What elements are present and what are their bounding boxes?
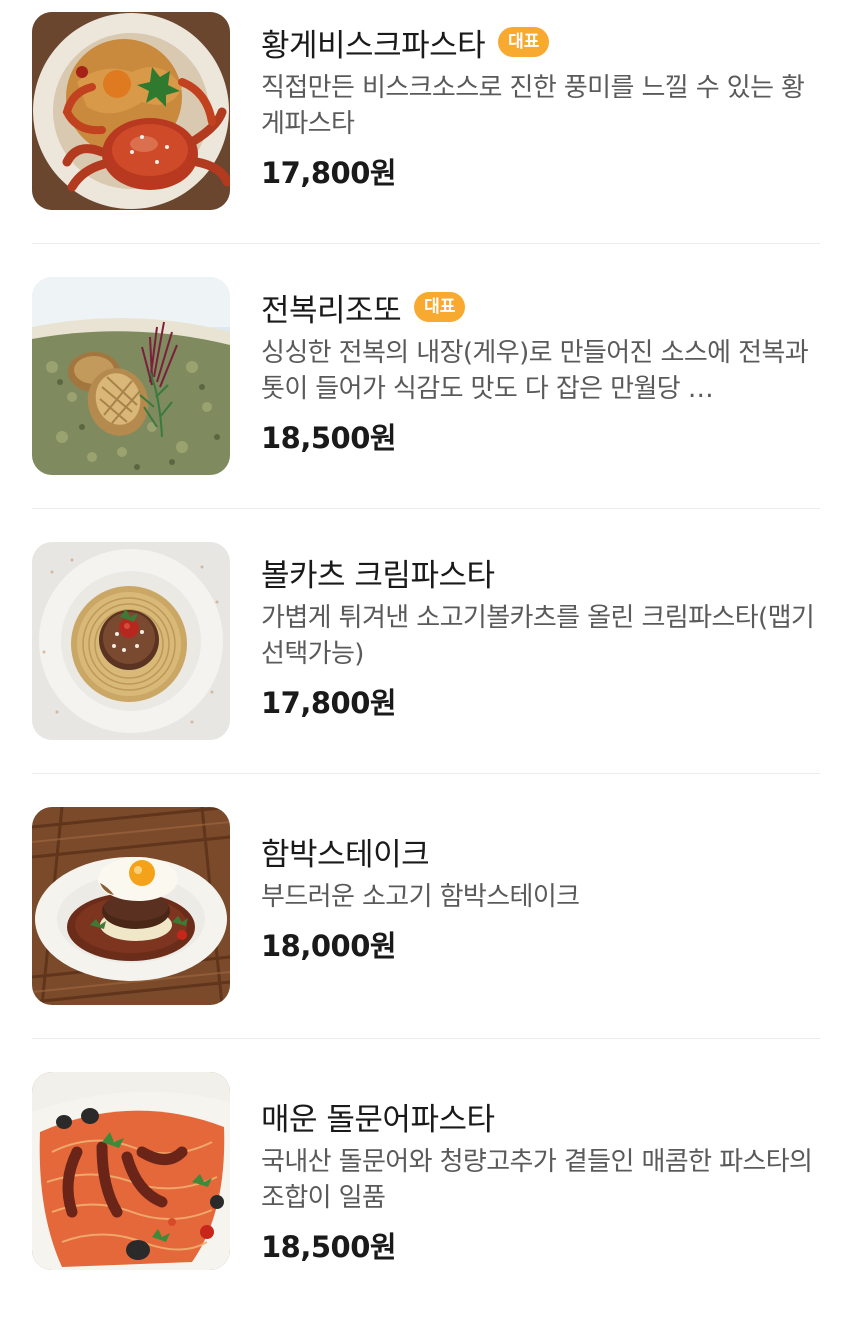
menu-item-name: 함박스테이크	[261, 836, 430, 873]
menu-item-info: 함박스테이크 부드러운 소고기 함박스테이크 18,000원	[261, 829, 820, 965]
divider	[32, 773, 820, 774]
menu-item-description: 부드러운 소고기 함박스테이크	[261, 882, 580, 912]
divider	[32, 243, 820, 244]
menu-item[interactable]: 볼카츠 크림파스타 가볍게 튀겨낸 소고기볼카츠를 올린 크림파스타(맵기선택가…	[32, 530, 820, 795]
name-row: 함박스테이크	[261, 829, 820, 873]
menu-item-price: 18,500원	[261, 1230, 397, 1264]
menu-item-price: 17,800원	[261, 686, 397, 720]
hamburg-steak-photo	[32, 807, 230, 1005]
crab-bisque-pasta-photo	[32, 12, 230, 210]
menu-item[interactable]: 매운 돌문어파스타 국내산 돌문어와 청량고추가 곁들인 매콤한 파스타의 조합…	[32, 1060, 820, 1325]
name-row: 전복리조또 대표	[261, 285, 820, 329]
name-row: 황게비스크파스타 대표	[261, 20, 820, 64]
signature-badge: 대표	[498, 27, 550, 57]
abalone-risotto-photo	[32, 277, 230, 475]
menu-item-description: 직접만든 비스크소스로 진한 풍미를 느낄 수 있는 황게파스타	[261, 73, 805, 139]
menu-item-price: 17,800원	[261, 156, 397, 190]
menu-item-name: 황게비스크파스타	[261, 27, 486, 64]
divider	[32, 1038, 820, 1039]
menu-item-description: 국내산 돌문어와 청량고추가 곁들인 매콤한 파스타의 조합이 일품	[261, 1147, 813, 1213]
menu-item[interactable]: 황게비스크파스타 대표 직접만든 비스크소스로 진한 풍미를 느낄 수 있는 황…	[32, 0, 820, 265]
ball-cutlet-cream-pasta-photo	[32, 542, 230, 740]
divider	[32, 508, 820, 509]
menu-item-price: 18,000원	[261, 929, 397, 963]
menu-item-info: 황게비스크파스타 대표 직접만든 비스크소스로 진한 풍미를 느낄 수 있는 황…	[261, 20, 820, 192]
menu-item-name: 볼카츠 크림파스타	[261, 557, 495, 594]
signature-badge: 대표	[414, 292, 466, 322]
menu-item-info: 전복리조또 대표 싱싱한 전복의 내장(게우)로 만들어진 소스에 전복과 톳이…	[261, 285, 820, 457]
menu-item[interactable]: 전복리조또 대표 싱싱한 전복의 내장(게우)로 만들어진 소스에 전복과 톳이…	[32, 265, 820, 530]
menu-item-name: 매운 돌문어파스타	[261, 1101, 495, 1138]
menu-list: 황게비스크파스타 대표 직접만든 비스크소스로 진한 풍미를 느낄 수 있는 황…	[32, 0, 820, 1325]
menu-item[interactable]: 함박스테이크 부드러운 소고기 함박스테이크 18,000원	[32, 795, 820, 1060]
menu-item-description: 싱싱한 전복의 내장(게우)로 만들어진 소스에 전복과 톳이 들어가 식감도 …	[261, 338, 809, 404]
name-row: 매운 돌문어파스타	[261, 1094, 820, 1138]
name-row: 볼카츠 크림파스타	[261, 550, 820, 594]
menu-item-info: 매운 돌문어파스타 국내산 돌문어와 청량고추가 곁들인 매콤한 파스타의 조합…	[261, 1094, 820, 1266]
menu-item-info: 볼카츠 크림파스타 가볍게 튀겨낸 소고기볼카츠를 올린 크림파스타(맵기선택가…	[261, 550, 820, 722]
menu-item-name: 전복리조또	[261, 292, 402, 329]
spicy-octopus-pasta-photo	[32, 1072, 230, 1270]
menu-item-description: 가볍게 튀겨낸 소고기볼카츠를 올린 크림파스타(맵기선택가능)	[261, 603, 815, 669]
menu-item-price: 18,500원	[261, 421, 397, 455]
